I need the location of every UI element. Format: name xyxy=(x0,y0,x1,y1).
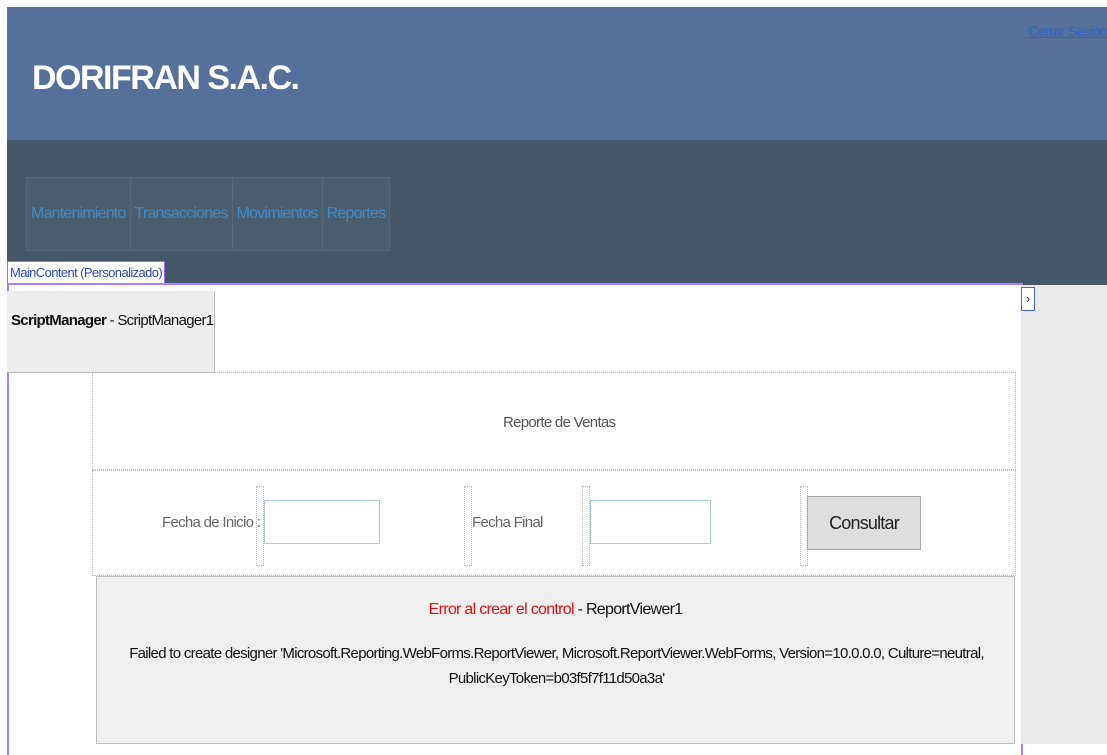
end-date-label: Fecha Final xyxy=(472,514,543,531)
consult-button[interactable]: Consultar xyxy=(807,496,921,550)
end-date-input[interactable] xyxy=(590,500,711,544)
error-control-id: ReportViewer1 xyxy=(585,601,683,618)
site-title: DORIFRAN S.A.C. xyxy=(32,59,300,97)
script-manager-id: ScriptManager1 xyxy=(117,312,214,329)
designer-gutter xyxy=(1021,285,1107,744)
chevron-right-icon[interactable]: › xyxy=(1021,287,1035,311)
table-cell-divider xyxy=(464,486,472,566)
script-manager-type: ScriptManager xyxy=(11,312,107,329)
start-date-input[interactable] xyxy=(264,500,380,544)
nav-item-reportes[interactable]: Reportes xyxy=(321,177,391,251)
content-placeholder-tag[interactable]: MainContent (Personalizado) xyxy=(7,261,166,284)
error-heading: Error al crear el control - ReportViewer… xyxy=(97,601,1014,619)
logout-link[interactable]: Cerrar Sesión xyxy=(1028,23,1107,39)
script-manager-control[interactable]: ScriptManager - ScriptManager1 xyxy=(7,291,215,373)
nav-item-movimientos[interactable]: Movimientos xyxy=(231,177,323,251)
nav-menu: Mantenimiento Transacciones Movimientos … xyxy=(26,177,391,251)
nav-item-transacciones[interactable]: Transacciones xyxy=(129,177,233,251)
start-date-label: Fecha de Inicio : xyxy=(162,514,261,531)
report-viewer-error-panel: Error al crear el control - ReportViewer… xyxy=(96,576,1015,744)
script-manager-separator: - xyxy=(106,312,118,329)
report-title: Reporte de Ventas xyxy=(503,414,616,431)
error-title: Error al crear el control xyxy=(428,601,575,618)
error-message: Failed to create designer 'Microsoft.Rep… xyxy=(129,645,984,687)
table-cell-divider xyxy=(582,486,590,566)
error-separator: - xyxy=(573,601,586,618)
script-manager-label: ScriptManager - ScriptManager1 xyxy=(11,312,214,329)
nav-item-mantenimiento[interactable]: Mantenimiento xyxy=(26,177,131,251)
